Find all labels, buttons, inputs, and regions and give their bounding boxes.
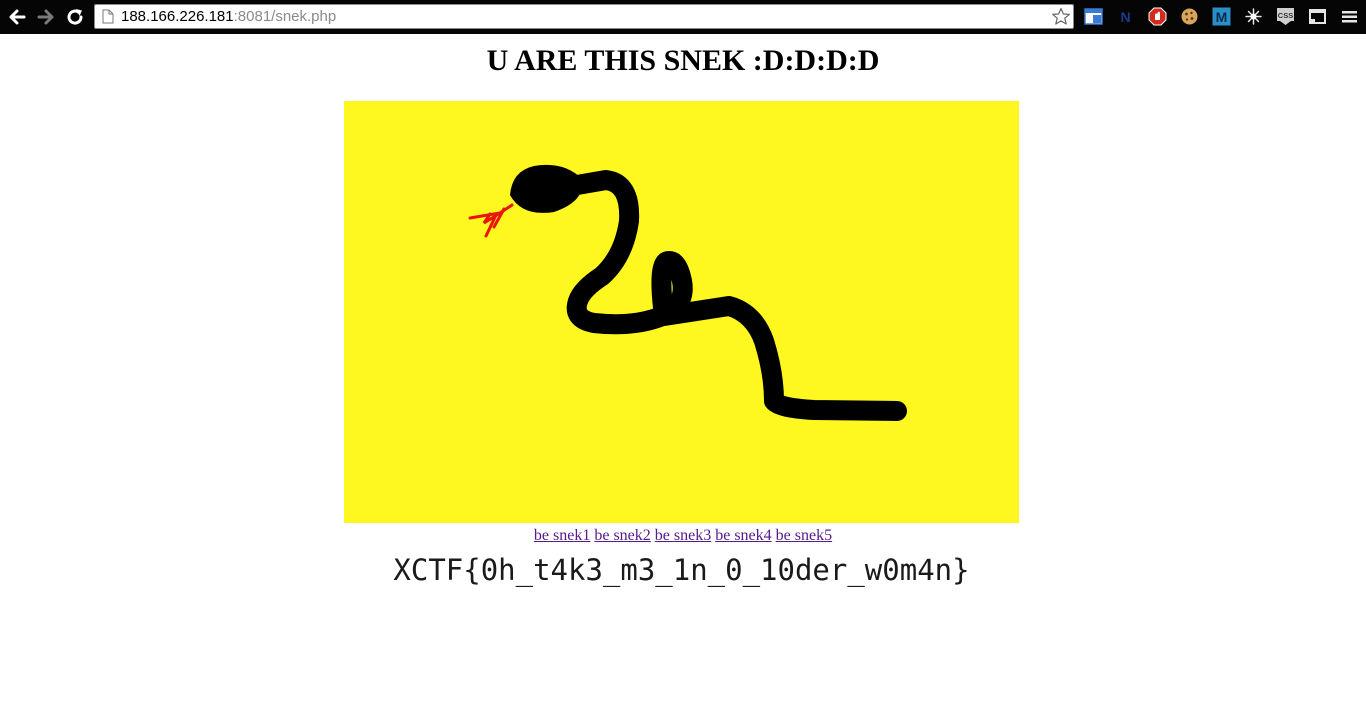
- m-extension-label: M: [1216, 9, 1228, 25]
- reload-button[interactable]: [64, 6, 86, 28]
- n-extension-icon: N: [1120, 9, 1130, 25]
- menu-icon: [1342, 11, 1357, 23]
- link-be-snek5[interactable]: be snek5: [776, 527, 832, 544]
- snek-image: XCTF{0h_t4k3_m3_1n_0_10der_w0m4n}: [344, 101, 1019, 587]
- css-extension-label: CSS: [1278, 11, 1293, 20]
- browser-toolbar: 188.166.226.181:8081/snek.php N M CSS: [0, 0, 1366, 34]
- cookie-extension-icon: [1181, 8, 1198, 25]
- m-extension-button[interactable]: M: [1212, 7, 1231, 26]
- cast-extension-button[interactable]: [1308, 7, 1327, 26]
- n-extension-label: N: [1120, 9, 1130, 25]
- stop-extension-icon: [1148, 7, 1167, 26]
- link-be-snek2[interactable]: be snek2: [594, 527, 650, 544]
- stop-extension-button[interactable]: [1148, 7, 1167, 26]
- sparkle-extension-icon: [1245, 8, 1262, 25]
- forward-button[interactable]: [35, 6, 57, 28]
- snek-drawing: [344, 101, 1019, 523]
- link-be-snek3[interactable]: be snek3: [655, 527, 711, 544]
- menu-button[interactable]: [1340, 7, 1359, 26]
- url-text[interactable]: 188.166.226.181:8081/snek.php: [121, 8, 336, 26]
- flag-text: XCTF{0h_t4k3_m3_1n_0_10der_w0m4n}: [393, 553, 970, 587]
- page-icon: [102, 9, 114, 24]
- cookie-extension-button[interactable]: [1180, 7, 1199, 26]
- back-button[interactable]: [6, 6, 28, 28]
- forward-arrow-icon: [37, 9, 54, 25]
- cast-extension-icon: [1309, 9, 1326, 24]
- css-extension-button[interactable]: CSS: [1276, 7, 1295, 26]
- back-arrow-icon: [9, 9, 26, 25]
- reload-icon: [67, 9, 83, 25]
- url-path: :8081/snek.php: [233, 8, 337, 25]
- window-extension-button[interactable]: [1084, 7, 1103, 26]
- sparkle-extension-button[interactable]: [1244, 7, 1263, 26]
- link-be-snek1[interactable]: be snek1: [534, 527, 590, 544]
- snek-links: be snek1 be snek2 be snek3 be snek4 be s…: [0, 526, 1366, 546]
- n-extension-button[interactable]: N: [1116, 7, 1135, 26]
- link-be-snek4[interactable]: be snek4: [715, 527, 771, 544]
- address-bar[interactable]: 188.166.226.181:8081/snek.php: [94, 4, 1074, 29]
- star-icon[interactable]: [1051, 7, 1071, 26]
- m-extension-icon: M: [1212, 7, 1231, 26]
- page-title: U ARE THIS SNEK :D:D:D:D: [486, 44, 880, 77]
- window-extension-icon: [1084, 8, 1103, 25]
- css-extension-icon: CSS: [1277, 8, 1294, 25]
- url-host: 188.166.226.181: [121, 8, 234, 25]
